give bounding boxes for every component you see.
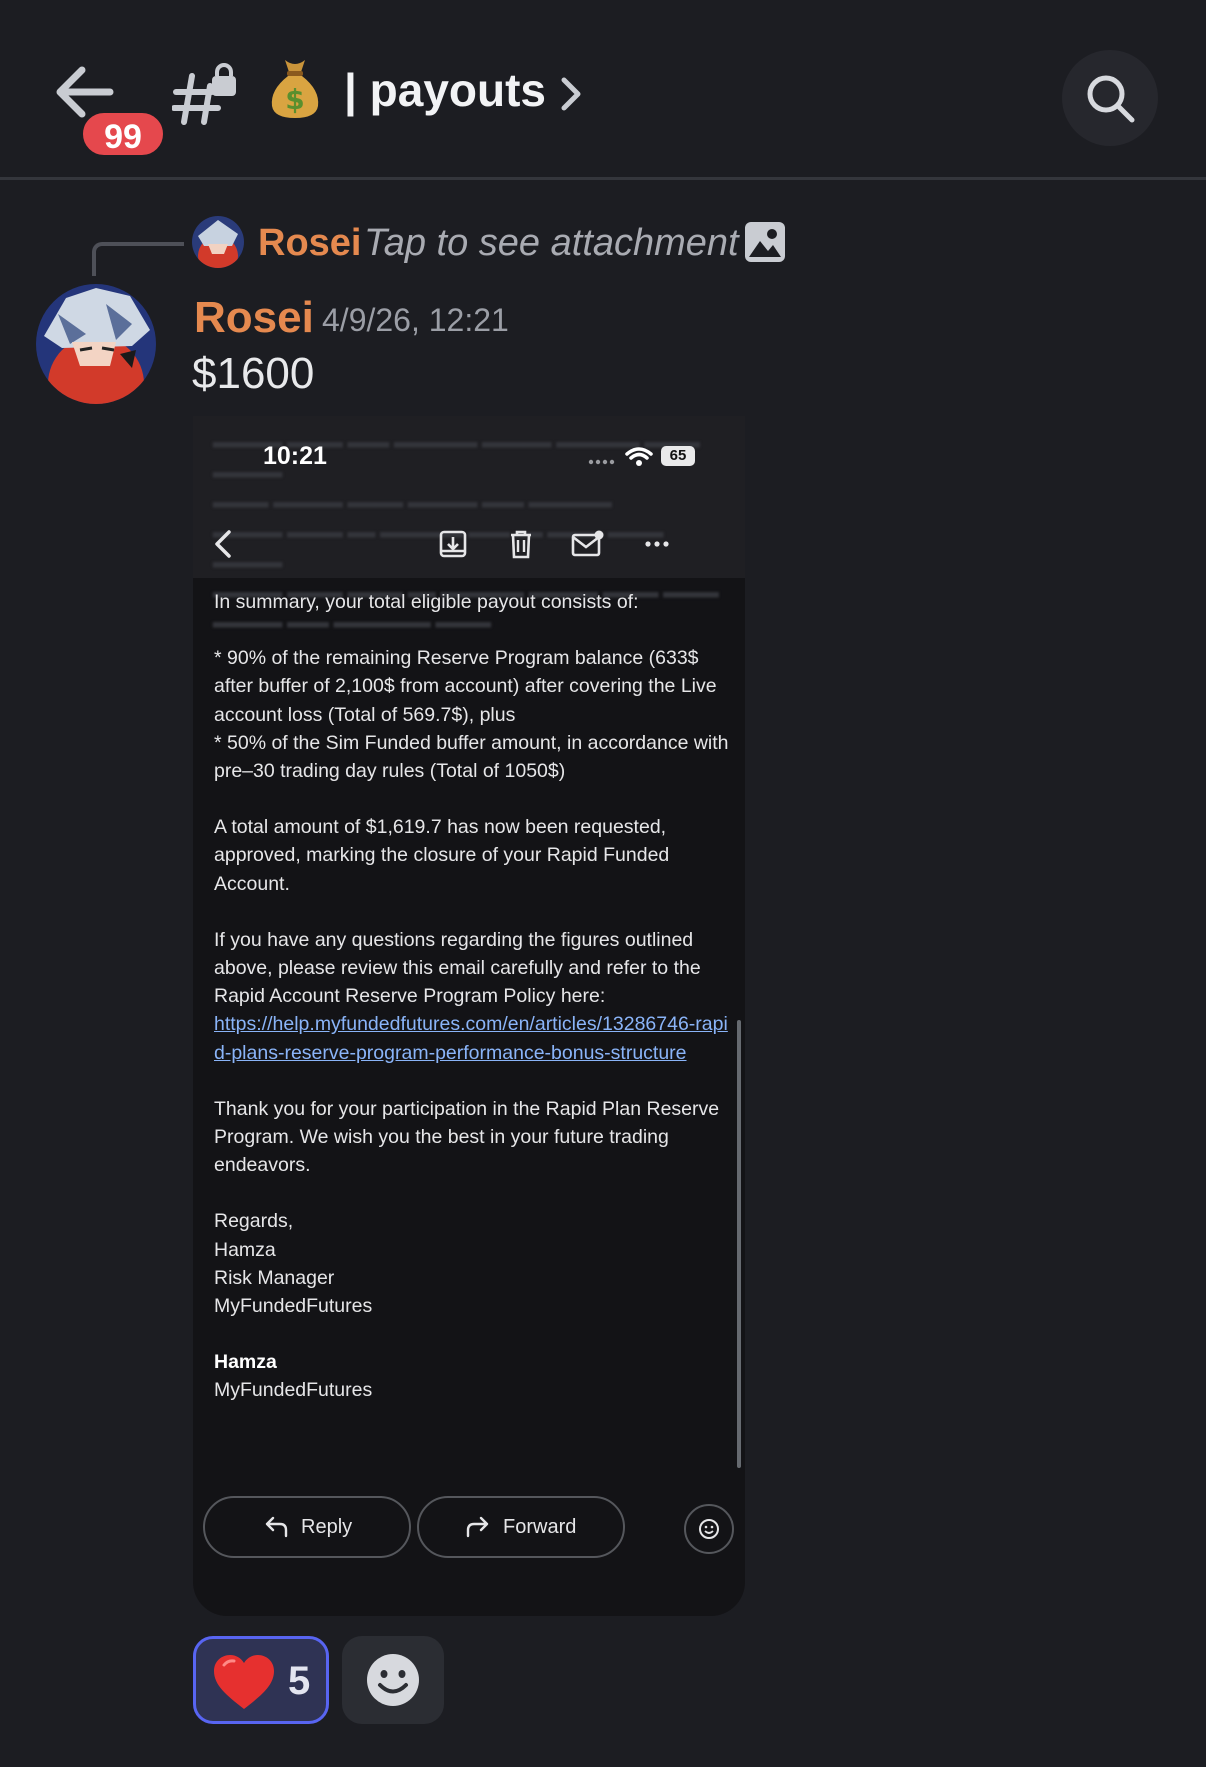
channel-header: 99 $ | payouts (0, 0, 1206, 180)
reply-email-button[interactable]: Reply (203, 1496, 411, 1558)
money-bag-icon: $ (268, 56, 322, 120)
image-icon (744, 221, 786, 263)
search-icon (1087, 75, 1135, 123)
locked-channel-icon (171, 62, 238, 128)
reply-attachment-text[interactable]: Tap to see attachment (364, 219, 739, 267)
email-screenshot-attachment[interactable]: ▂▂▂▂▂ ▂▂▂▂ ▂▂▂ ▂▂▂▂▂▂ ▂▂▂▂▂ ▂▂▂▂▂▂ ▂▂▂▂ … (193, 416, 745, 1616)
heart-icon (214, 1655, 274, 1709)
signature-company: MyFundedFutures (214, 1295, 373, 1318)
trash-icon[interactable] (503, 526, 539, 562)
signature-title: Risk Manager (214, 1266, 335, 1289)
regards-line: Regards, (214, 1210, 294, 1233)
smiley-icon (699, 1519, 719, 1539)
policy-link[interactable]: https://help.myfundedfutures.com/en/arti… (214, 1013, 728, 1063)
thanks-paragraph: Thank you for your participation in the … (214, 1097, 720, 1177)
footer-company: MyFundedFutures (214, 1379, 373, 1402)
reply-avatar[interactable] (192, 216, 244, 268)
status-bar-time: 10:21 (263, 442, 327, 470)
signal-wifi-icon (588, 447, 653, 466)
message-content: $1600 (192, 349, 315, 398)
email-scrollbar[interactable] (737, 1020, 741, 1468)
heart-reaction-count: 5 (288, 1659, 311, 1703)
svg-text:$: $ (285, 83, 304, 116)
email-emoji-reaction-button[interactable] (684, 1504, 734, 1554)
email-body: In summary, your total eligible payout c… (214, 588, 734, 1433)
chevron-right-icon[interactable] (556, 74, 586, 114)
heart-reaction-button[interactable]: 5 (193, 1636, 329, 1724)
reply-author[interactable]: Rosei (258, 219, 361, 267)
add-reaction-button[interactable] (342, 1636, 444, 1724)
message-author[interactable]: Rosei (194, 290, 314, 346)
total-paragraph: A total amount of $1,619.7 has now been … (214, 816, 670, 895)
message-timestamp: 4/9/26, 12:21 (322, 302, 509, 338)
more-options-icon[interactable] (639, 526, 675, 562)
email-topbar: ▂▂▂▂▂ ▂▂▂▂ ▂▂▂ ▂▂▂▂▂▂ ▂▂▂▂▂ ▂▂▂▂▂▂ ▂▂▂▂ … (193, 416, 745, 627)
payout-bullet-2: * 50% of the Sim Funded buffer amount, i… (214, 731, 729, 783)
reply-arrow-icon (265, 1516, 288, 1538)
signature-name: Hamza (214, 1238, 276, 1261)
search-button[interactable] (1062, 50, 1158, 146)
unread-badge: 99 (80, 110, 166, 158)
avatar[interactable] (36, 284, 156, 404)
questions-paragraph: If you have any questions regarding the … (214, 928, 701, 1008)
archive-icon[interactable] (435, 526, 471, 562)
forward-email-button[interactable]: Forward (417, 1496, 625, 1558)
forward-label: Forward (503, 1516, 577, 1538)
email-toolbar (193, 520, 745, 568)
forward-arrow-icon (466, 1516, 489, 1538)
battery-indicator: 65 (661, 446, 695, 466)
summary-intro: In summary, your total eligible payout c… (214, 591, 639, 613)
footer-name: Hamza (214, 1351, 277, 1374)
reply-connector-line (92, 242, 184, 276)
mark-unread-icon[interactable] (569, 526, 605, 562)
back-chevron-icon[interactable] (207, 526, 243, 562)
reply-label: Reply (301, 1516, 353, 1538)
add-reaction-smiley-icon (367, 1654, 419, 1706)
channel-name[interactable]: | payouts (344, 58, 546, 122)
payout-bullet-1: * 90% of the remaining Reserve Program b… (214, 647, 717, 726)
